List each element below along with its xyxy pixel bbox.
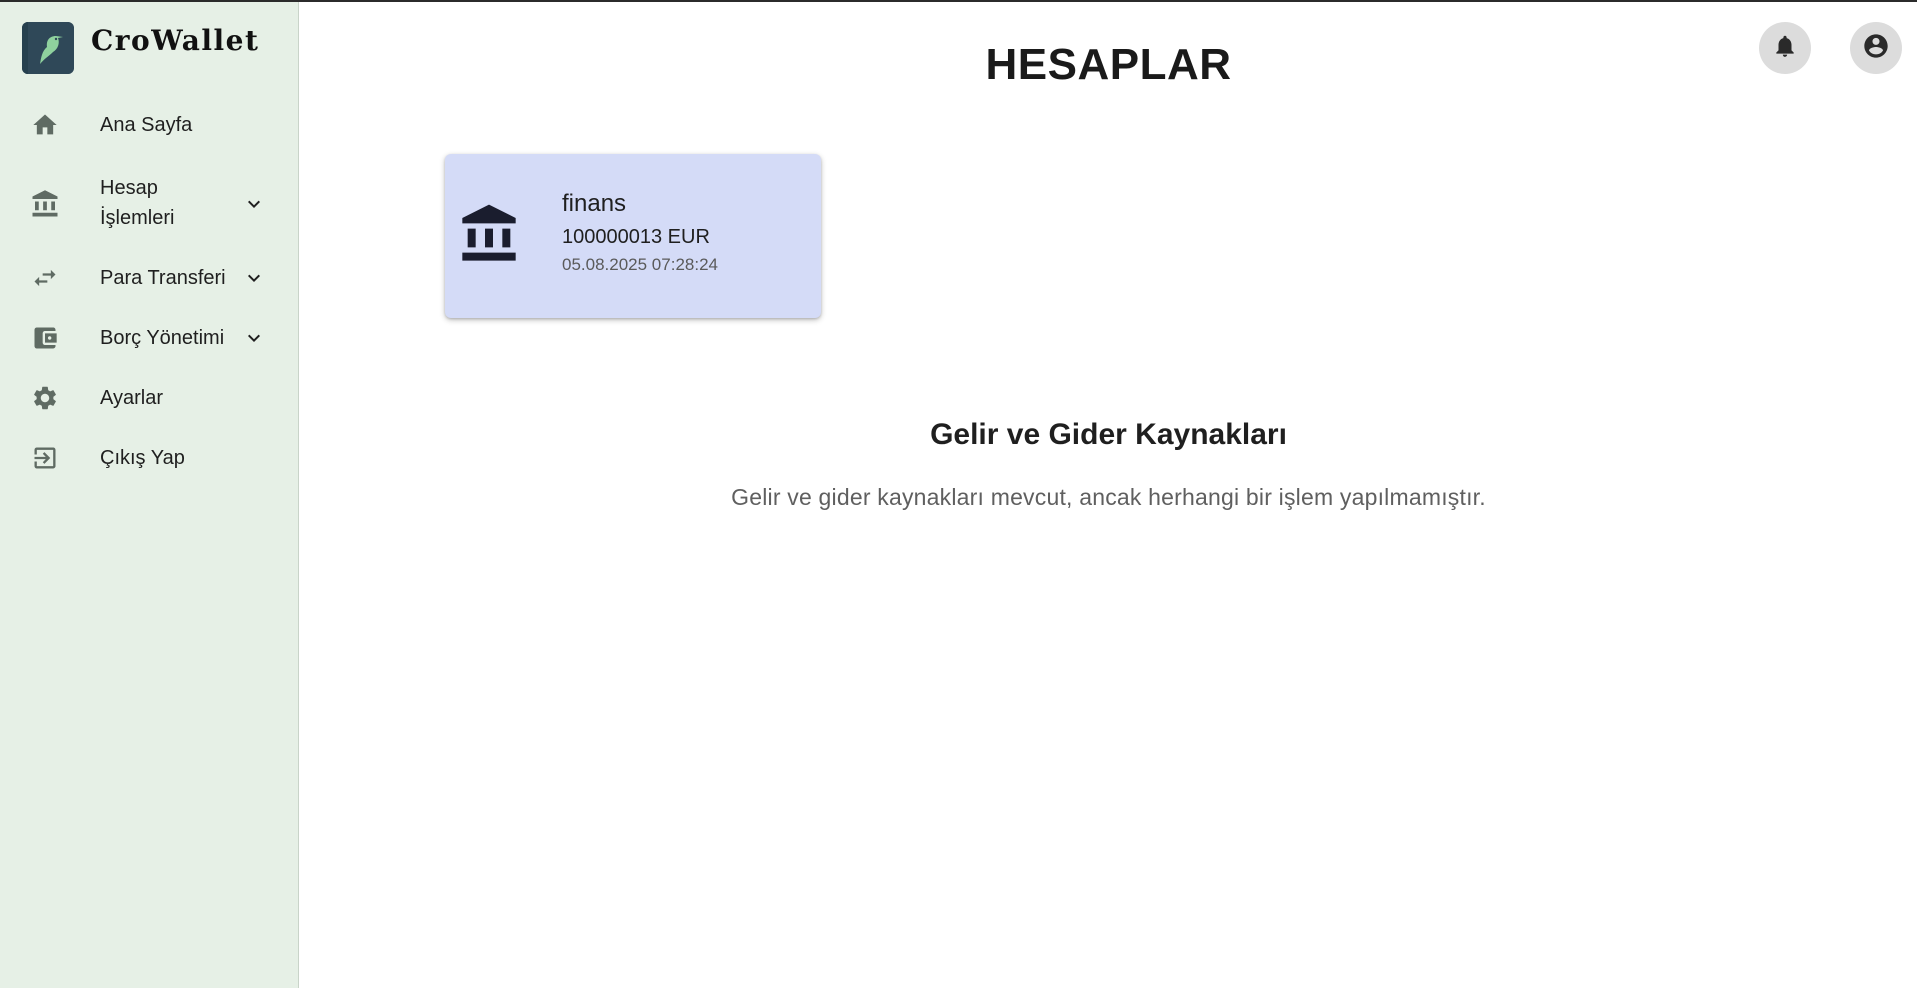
account-name: finans [562,190,627,217]
account-circle-icon [1862,32,1890,65]
sidebar-item-label: Çıkış Yap [100,447,185,469]
top-border [0,0,1917,2]
sidebar-item-money-transfer[interactable]: Para Transferi [0,263,299,293]
bank-icon [30,189,60,219]
sidebar-item-settings[interactable]: Ayarlar [0,383,299,413]
page-title: HESAPLAR [985,40,1232,89]
account-card[interactable]: finans 100000013 EUR 05.08.2025 07:28:24 [445,154,821,318]
income-expense-title: Gelir ve Gider Kaynakları [930,418,1287,451]
bell-icon [1772,33,1798,64]
logout-icon [30,443,60,473]
sidebar-item-label: Para Transferi [100,267,226,289]
profile-button[interactable] [1850,22,1902,74]
chevron-down-icon[interactable] [242,266,266,290]
sidebar-item-account-operations[interactable]: Hesap İşlemleri [0,173,299,235]
account-balance: 100000013 EUR [562,226,710,248]
income-expense-description: Gelir ve gider kaynakları mevcut, ancak … [731,484,1486,510]
sidebar-item-label: Ayarlar [100,387,163,409]
gear-icon [30,383,60,413]
brand-name: CroWallet [91,23,260,57]
sidebar-item-logout[interactable]: Çıkış Yap [0,443,299,473]
sidebar-item-label: Borç Yönetimi [100,327,225,349]
sidebar-item-home[interactable]: Ana Sayfa [0,110,299,140]
sidebar-item-debt-management[interactable]: Borç Yönetimi [0,323,299,353]
chevron-down-icon[interactable] [242,326,266,350]
bird-logo-icon [22,22,74,74]
brand[interactable]: CroWallet [22,22,259,74]
sidebar-item-label: Ana Sayfa [100,114,193,136]
home-icon [30,110,60,140]
account-date: 05.08.2025 07:28:24 [562,255,718,274]
bank-icon [457,202,521,266]
sidebar: CroWallet Ana Sayfa Hesap İşlemleri Para… [0,2,299,988]
transfer-arrows-icon [30,263,60,293]
sidebar-item-label: Hesap İşlemleri [100,177,175,229]
chevron-down-icon[interactable] [242,192,266,216]
wallet-icon [30,323,60,353]
notifications-button[interactable] [1759,22,1811,74]
